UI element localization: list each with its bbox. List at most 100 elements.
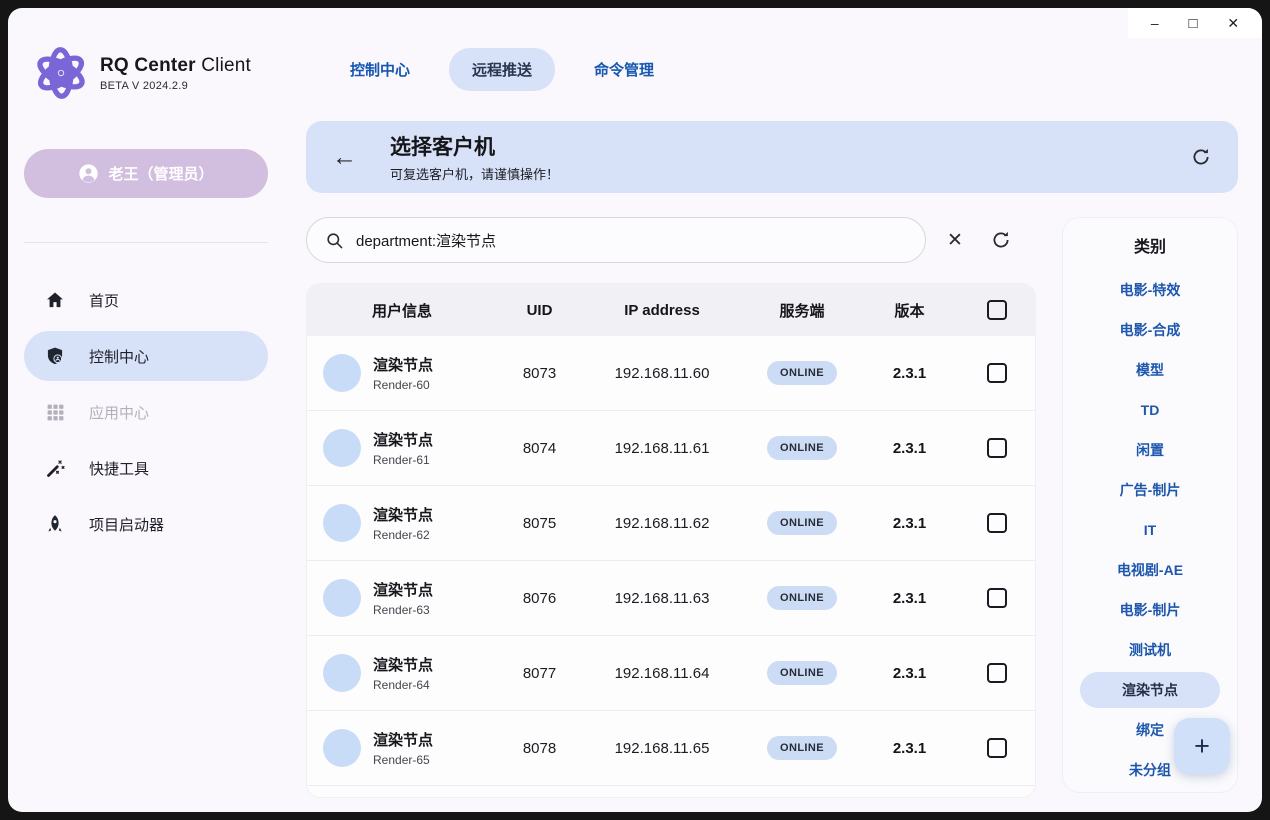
client-name: 渲染节点 — [373, 504, 497, 525]
tab-remote-push[interactable]: 远程推送 — [449, 48, 555, 91]
minimize-button[interactable]: – — [1151, 16, 1159, 30]
clear-search-button[interactable]: ✕ — [947, 229, 963, 252]
app-version: BETA V 2024.2.9 — [100, 80, 251, 92]
user-badge[interactable]: 老王（管理员） — [24, 149, 268, 198]
table-row[interactable]: 渲染节点 Render-61 8074 192.168.11.61 ONLINE… — [307, 411, 1035, 486]
avatar — [323, 729, 361, 767]
category-item[interactable]: TD — [1063, 390, 1237, 430]
status-badge: ONLINE — [767, 586, 837, 610]
client-version: 2.3.1 — [862, 440, 957, 457]
sidebar-item-project-launcher[interactable]: 项目启动器 — [24, 499, 268, 549]
tab-command-management[interactable]: 命令管理 — [571, 48, 677, 91]
client-ip: 192.168.11.65 — [582, 740, 742, 757]
avatar — [323, 429, 361, 467]
row-checkbox[interactable] — [987, 363, 1007, 383]
category-item[interactable]: 电影-制片 — [1063, 590, 1237, 630]
row-checkbox[interactable] — [987, 738, 1007, 758]
client-hostname: Render-61 — [373, 453, 497, 467]
table-row[interactable]: 渲染节点 Render-65 8078 192.168.11.65 ONLINE… — [307, 711, 1035, 786]
window-controls: – □ ✕ — [1128, 8, 1262, 38]
maximize-button[interactable]: □ — [1188, 16, 1197, 31]
sidebar-item-quick-tools[interactable]: 快捷工具 — [24, 443, 268, 493]
category-item[interactable]: IT — [1063, 510, 1237, 550]
table-row[interactable]: 渲染节点 Render-62 8075 192.168.11.62 ONLINE… — [307, 486, 1035, 561]
tab-control-center[interactable]: 控制中心 — [327, 48, 433, 91]
search-input[interactable]: department:渲染节点 — [306, 217, 926, 263]
avatar — [323, 354, 361, 392]
refresh-button[interactable] — [1190, 146, 1212, 168]
main-area: 控制中心 远程推送 命令管理 ← 选择客户机 可复选客户机，请谨慎操作！ — [284, 8, 1262, 812]
client-uid: 8076 — [497, 590, 582, 607]
client-hostname: Render-63 — [373, 603, 497, 617]
table-row[interactable]: 渲染节点 Render-64 8077 192.168.11.64 ONLINE… — [307, 636, 1035, 711]
category-item[interactable]: 广告-制片 — [1063, 470, 1237, 510]
table-row[interactable]: 渲染节点 Render-63 8076 192.168.11.63 ONLINE… — [307, 561, 1035, 636]
client-uid: 8075 — [497, 515, 582, 532]
sidebar-item-app-center[interactable]: 应用中心 — [24, 387, 268, 437]
category-item[interactable]: 闲置 — [1063, 430, 1237, 470]
status-badge: ONLINE — [767, 511, 837, 535]
client-name: 渲染节点 — [373, 654, 497, 675]
shield-icon — [44, 345, 66, 367]
category-item[interactable]: 电视剧-AE — [1063, 550, 1237, 590]
column-header-user: 用户信息 — [307, 300, 497, 321]
avatar — [323, 504, 361, 542]
app-title-bold: RQ Center — [100, 55, 196, 76]
home-icon — [44, 289, 66, 311]
avatar — [323, 654, 361, 692]
sidebar-item-control-center[interactable]: 控制中心 — [24, 331, 268, 381]
category-item[interactable]: 电影-特效 — [1063, 270, 1237, 310]
main-body: department:渲染节点 ✕ 用户信息 UID IP addre — [306, 217, 1238, 798]
row-checkbox[interactable] — [987, 438, 1007, 458]
select-all-checkbox[interactable] — [987, 300, 1007, 320]
app-window: – □ ✕ RQ Center Client BETA V 2024.2.9 — [8, 8, 1262, 812]
page-header-banner: ← 选择客户机 可复选客户机，请谨慎操作！ — [306, 121, 1238, 193]
atom-icon — [30, 42, 92, 104]
client-version: 2.3.1 — [862, 515, 957, 532]
client-uid: 8074 — [497, 440, 582, 457]
column-header-version: 版本 — [862, 300, 957, 321]
add-category-button[interactable]: + — [1174, 718, 1230, 774]
table-header-row: 用户信息 UID IP address 服务端 版本 — [307, 284, 1035, 336]
sidebar-item-label: 项目启动器 — [89, 514, 164, 535]
row-checkbox[interactable] — [987, 588, 1007, 608]
client-version: 2.3.1 — [862, 365, 957, 382]
left-sidebar: RQ Center Client BETA V 2024.2.9 老王（管理员）… — [8, 8, 284, 812]
client-version: 2.3.1 — [862, 590, 957, 607]
client-uid: 8078 — [497, 740, 582, 757]
user-icon — [78, 163, 99, 184]
search-icon — [325, 231, 344, 250]
sidebar-item-label: 控制中心 — [89, 346, 149, 367]
category-item-selected[interactable]: 渲染节点 — [1080, 672, 1220, 708]
client-uid: 8077 — [497, 665, 582, 682]
client-version: 2.3.1 — [862, 665, 957, 682]
close-button[interactable]: ✕ — [1227, 16, 1239, 30]
sidebar-divider — [24, 242, 268, 243]
client-name: 渲染节点 — [373, 354, 497, 375]
column-header-server: 服务端 — [742, 300, 862, 321]
category-sidebar: 类别 电影-特效 电影-合成 模型 TD 闲置 广告-制片 IT 电视剧-AE … — [1062, 217, 1238, 793]
client-hostname: Render-62 — [373, 528, 497, 542]
category-item[interactable]: 电影-合成 — [1063, 310, 1237, 350]
status-badge: ONLINE — [767, 736, 837, 760]
sidebar-item-label: 快捷工具 — [89, 458, 149, 479]
client-uid: 8073 — [497, 365, 582, 382]
app-grid-icon — [44, 401, 66, 423]
row-checkbox[interactable] — [987, 663, 1007, 683]
page-title: 选择客户机 — [390, 131, 559, 161]
banner-text-block: 选择客户机 可复选客户机，请谨慎操作！ — [390, 131, 559, 183]
magic-wand-icon — [44, 457, 66, 479]
back-button[interactable]: ← — [332, 145, 357, 170]
user-badge-label: 老王（管理员） — [108, 163, 213, 184]
sidebar-item-label: 应用中心 — [89, 402, 149, 423]
client-list-column: department:渲染节点 ✕ 用户信息 UID IP addre — [306, 217, 1036, 798]
sidebar-item-home[interactable]: 首页 — [24, 275, 268, 325]
search-row: department:渲染节点 ✕ — [306, 217, 1036, 263]
row-checkbox[interactable] — [987, 513, 1007, 533]
client-version: 2.3.1 — [862, 740, 957, 757]
category-item[interactable]: 模型 — [1063, 350, 1237, 390]
table-row[interactable]: 渲染节点 Render-60 8073 192.168.11.60 ONLINE… — [307, 336, 1035, 411]
search-refresh-button[interactable] — [990, 229, 1012, 251]
search-value: department:渲染节点 — [356, 230, 496, 251]
category-item[interactable]: 测试机 — [1063, 630, 1237, 670]
